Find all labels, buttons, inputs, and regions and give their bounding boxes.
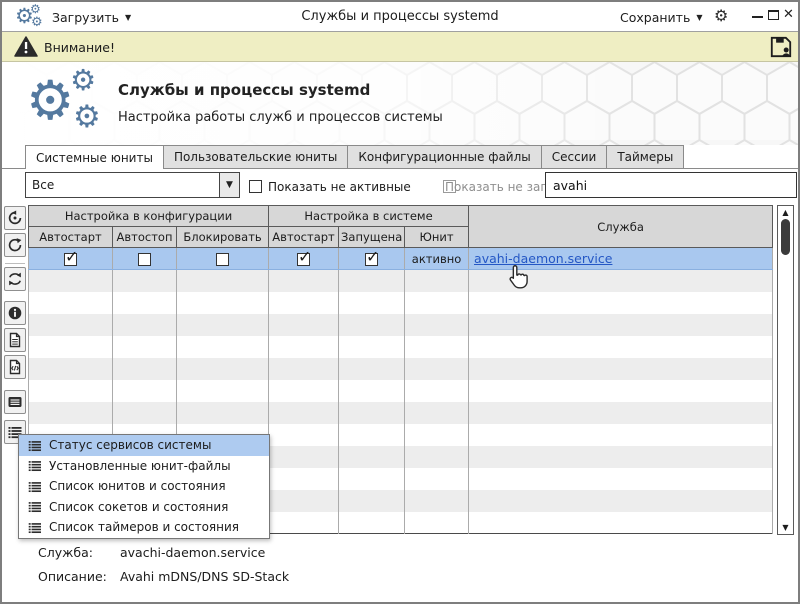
autostart-config-checkbox[interactable]	[64, 253, 77, 266]
edit-source-button[interactable]	[4, 355, 26, 379]
scroll-down-icon[interactable]: ▼	[778, 523, 793, 532]
search-input[interactable]	[545, 172, 797, 198]
sync-icon	[7, 271, 23, 287]
app-window: ⚙ ⚙ ⚙ Загрузить ▼ Службы и процессы syst…	[0, 0, 800, 604]
lists-dropdown-menu: Статус сервисов системы Установленные юн…	[18, 434, 270, 539]
table-group-header-row: Настройка в конфигурации Настройка в сис…	[29, 206, 773, 227]
table-row-empty	[29, 336, 773, 358]
column-header-service: Служба	[469, 206, 773, 248]
tab-timers[interactable]: Таймеры	[606, 145, 684, 168]
refresh-all-button[interactable]	[4, 267, 26, 291]
hand-cursor-icon	[507, 264, 529, 290]
column-header-autostart-config: Автостарт	[29, 227, 113, 248]
list-icon	[27, 439, 41, 452]
tab-config-files[interactable]: Конфигурационные файлы	[347, 145, 541, 168]
scrollbar-thumb[interactable]	[781, 219, 790, 255]
autostart-system-checkbox[interactable]	[297, 253, 310, 266]
list-icon	[27, 521, 41, 534]
banner-title: Службы и процессы systemd	[118, 81, 370, 99]
table-scrollbar[interactable]: ▲ ▼	[777, 205, 794, 535]
tab-bar: Системные юниты Пользовательские юниты К…	[2, 145, 798, 169]
table-row-empty	[29, 380, 773, 402]
table-row-empty	[29, 314, 773, 336]
show-inactive-checkbox[interactable]	[249, 180, 262, 193]
banner: ⚙ ⚙ ⚙ Службы и процессы systemd Настройк…	[2, 62, 798, 145]
combobox-arrow-button[interactable]: ▼	[219, 173, 239, 197]
warning-triangle-icon	[14, 36, 38, 57]
toolbar-separator	[5, 263, 25, 264]
menu-item-timers-and-states[interactable]: Список таймеров и состояния	[19, 517, 269, 538]
file-code-icon	[7, 359, 23, 375]
app-gears-icon: ⚙ ⚙ ⚙	[15, 3, 47, 31]
column-header-unit: Юнит	[405, 227, 469, 248]
title-bar: ⚙ ⚙ ⚙ Загрузить ▼ Службы и процессы syst…	[2, 2, 798, 32]
menu-item-installed-unit-files[interactable]: Установленные юнит-файлы	[19, 456, 269, 477]
menu-item-service-status[interactable]: Статус сервисов системы	[19, 435, 269, 456]
log-view-button[interactable]	[4, 390, 26, 414]
history-button[interactable]	[4, 206, 26, 230]
table-row-selected[interactable]: активно avahi-daemon.service	[29, 248, 773, 270]
table-row-empty	[29, 270, 773, 292]
tab-user-units[interactable]: Пользовательские юниты	[163, 145, 348, 168]
detail-description-label: Описание:	[38, 569, 107, 584]
save-user-icon[interactable]	[768, 34, 794, 60]
column-header-autostop-config: Автостоп	[113, 227, 177, 248]
load-menu-label: Загрузить	[52, 10, 119, 25]
list-icon	[27, 459, 41, 472]
history-icon	[7, 210, 23, 226]
column-header-running: Запущена	[339, 227, 405, 248]
save-menu-label: Сохранить	[620, 10, 690, 25]
save-menu-button[interactable]: Сохранить ▼	[620, 2, 702, 32]
table-row-empty	[29, 358, 773, 380]
logo-gears-icon: ⚙ ⚙ ⚙	[26, 66, 112, 142]
service-link[interactable]: avahi-daemon.service	[474, 251, 612, 266]
reload-button[interactable]	[4, 233, 26, 257]
category-combobox[interactable]: Все ▼	[25, 172, 240, 198]
minimize-button[interactable]	[752, 16, 763, 18]
settings-gear-icon[interactable]: ⚙	[714, 8, 728, 24]
column-header-block: Блокировать	[177, 227, 269, 248]
scroll-up-icon[interactable]: ▲	[778, 208, 793, 217]
warning-bar: Внимание!	[2, 32, 798, 62]
group-header-system: Настройка в системе	[269, 206, 469, 227]
hexagon-pattern	[2, 62, 798, 145]
detail-description-value: Avahi mDNS/DNS SD-Stack	[120, 569, 289, 584]
banner-subtitle: Настройка работы служб и процессов систе…	[118, 110, 443, 125]
menu-item-sockets-and-states[interactable]: Список сокетов и состояния	[19, 497, 269, 518]
info-icon	[7, 305, 23, 321]
tab-system-units[interactable]: Системные юниты	[25, 145, 164, 169]
chevron-down-icon: ▼	[696, 13, 702, 22]
show-inactive-label: Показать не активные	[268, 180, 411, 194]
list-icon	[27, 480, 41, 493]
maximize-button[interactable]	[768, 10, 779, 20]
detail-service-label: Служба:	[38, 545, 93, 560]
unit-state-cell: активно	[405, 248, 469, 270]
unit-file-button[interactable]	[4, 328, 26, 352]
block-config-checkbox[interactable]	[216, 253, 229, 266]
reload-icon	[7, 237, 23, 253]
table-row-empty	[29, 402, 773, 424]
file-icon	[7, 332, 23, 348]
log-icon	[7, 394, 23, 410]
load-menu-button[interactable]: Загрузить ▼	[52, 2, 131, 32]
tab-sessions[interactable]: Сессии	[541, 145, 608, 168]
category-value: Все	[26, 173, 219, 197]
warning-label: Внимание!	[44, 40, 115, 55]
autostop-config-checkbox[interactable]	[138, 253, 151, 266]
window-title: Службы и процессы systemd	[152, 9, 648, 24]
info-button[interactable]	[4, 301, 26, 325]
column-header-autostart-system: Автостарт	[269, 227, 339, 248]
menu-item-units-and-states[interactable]: Список юнитов и состояния	[19, 476, 269, 497]
table-row-empty	[29, 292, 773, 314]
list-icon	[27, 500, 41, 513]
group-header-config: Настройка в конфигурации	[29, 206, 269, 227]
running-system-checkbox[interactable]	[365, 253, 378, 266]
chevron-down-icon: ▼	[125, 13, 131, 22]
close-button[interactable]: ✕	[783, 8, 794, 21]
detail-service-value: avachi-daemon.service	[120, 545, 265, 560]
